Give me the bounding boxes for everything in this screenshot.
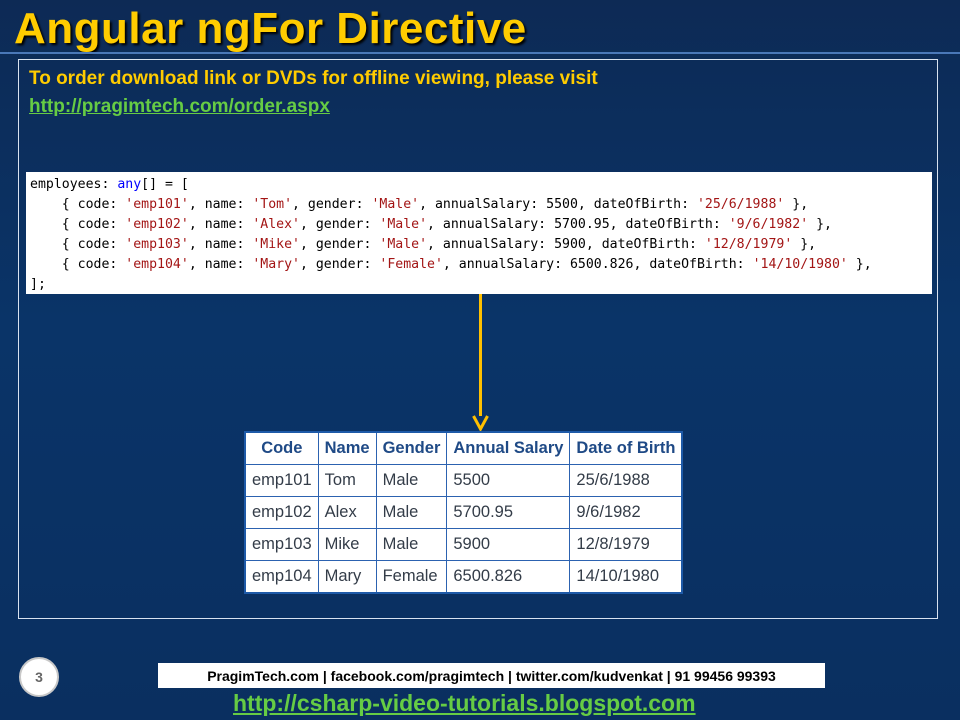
code-token: { code: (30, 257, 126, 272)
code-line: { code: 'emp103', name: 'Mike', gender: … (30, 235, 932, 255)
code-token: 'Tom' (252, 197, 293, 212)
header-date-of-birth: Date of Birth (569, 431, 683, 465)
code-token: , gender: (299, 257, 380, 272)
code-line: { code: 'emp104', name: 'Mary', gender: … (30, 255, 932, 275)
code-line: ]; (30, 275, 932, 294)
arrow-shaft (479, 294, 482, 416)
code-token: any (117, 177, 142, 192)
code-token: 'Male' (379, 217, 428, 232)
code-token: { code: (30, 197, 126, 212)
cell-date-of-birth: 9/6/1982 (569, 496, 683, 529)
cell-date-of-birth: 14/10/1980 (569, 560, 683, 594)
cell-annual-salary: 5700.95 (446, 496, 571, 529)
code-line: { code: 'emp101', name: 'Tom', gender: '… (30, 195, 932, 215)
code-line: { code: 'emp102', name: 'Alex', gender: … (30, 215, 932, 235)
code-token: '9/6/1982' (728, 217, 809, 232)
code-token: , annualSalary: 5900, dateOfBirth: (427, 237, 705, 252)
arrow-down-icon (472, 415, 489, 431)
employee-table: Code Name Gender Annual Salary Date of B… (244, 431, 684, 594)
table-row: emp104 Mary Female 6500.826 14/10/1980 (244, 560, 683, 594)
cell-annual-salary: 5900 (446, 528, 571, 561)
cell-gender: Female (375, 560, 448, 594)
cell-code: emp104 (244, 560, 319, 594)
code-token: 'emp103' (125, 237, 189, 252)
code-token: 'Male' (379, 237, 428, 252)
code-token: [] = [ (141, 177, 189, 192)
code-snippet: employees: any[] = [ { code: 'emp101', n… (26, 172, 932, 294)
cell-name: Mary (317, 560, 377, 594)
code-token: 'Male' (371, 197, 420, 212)
contact-bar: PragimTech.com | facebook.com/pragimtech… (158, 663, 825, 688)
cell-gender: Male (375, 496, 448, 529)
code-token: }, (847, 257, 872, 272)
cell-gender: Male (375, 528, 448, 561)
cell-name: Tom (317, 464, 377, 497)
code-token: { code: (30, 237, 126, 252)
header-gender: Gender (375, 431, 448, 465)
code-token: '12/8/1979' (704, 237, 793, 252)
table-row: emp101 Tom Male 5500 25/6/1988 (244, 464, 683, 497)
code-token: '25/6/1988' (696, 197, 785, 212)
cell-code: emp103 (244, 528, 319, 561)
code-token: 'Alex' (252, 217, 300, 232)
code-token: , annualSalary: 5500, dateOfBirth: (419, 197, 697, 212)
cell-date-of-birth: 25/6/1988 (569, 464, 683, 497)
cell-code: emp101 (244, 464, 319, 497)
code-token: 'emp102' (125, 217, 189, 232)
table-header-row: Code Name Gender Annual Salary Date of B… (244, 431, 683, 465)
code-token: , gender: (292, 197, 372, 212)
cell-annual-salary: 6500.826 (446, 560, 571, 594)
code-token: ]; (30, 277, 46, 292)
order-info-text: To order download link or DVDs for offli… (29, 68, 598, 89)
code-token: }, (792, 237, 817, 252)
cell-annual-salary: 5500 (446, 464, 571, 497)
code-token: { code: (30, 217, 126, 232)
cell-gender: Male (375, 464, 448, 497)
code-token: 'emp104' (125, 257, 189, 272)
code-token: 'Mike' (252, 237, 300, 252)
title-divider (0, 52, 960, 54)
header-code: Code (244, 431, 319, 465)
table-row: emp103 Mike Male 5900 12/8/1979 (244, 528, 683, 561)
page-number-badge: 3 (19, 657, 59, 697)
cell-date-of-birth: 12/8/1979 (569, 528, 683, 561)
cell-name: Mike (317, 528, 377, 561)
code-token: , name: (188, 197, 253, 212)
order-link[interactable]: http://pragimtech.com/order.aspx (29, 96, 330, 118)
code-token: 'emp101' (125, 197, 189, 212)
code-token: 'Female' (379, 257, 443, 272)
code-token: '14/10/1980' (752, 257, 848, 272)
header-name: Name (317, 431, 377, 465)
header-annual-salary: Annual Salary (446, 431, 571, 465)
code-token: 'Mary' (252, 257, 300, 272)
code-token: , name: (188, 217, 253, 232)
code-token: employees: (30, 177, 118, 192)
cell-name: Alex (317, 496, 377, 529)
code-token: , name: (188, 237, 253, 252)
code-token: , annualSalary: 6500.826, dateOfBirth: (442, 257, 753, 272)
code-line: employees: any[] = [ (30, 175, 932, 195)
table-row: emp102 Alex Male 5700.95 9/6/1982 (244, 496, 683, 529)
code-token: , name: (188, 257, 253, 272)
blog-link[interactable]: http://csharp-video-tutorials.blogspot.c… (233, 690, 696, 717)
code-token: }, (784, 197, 809, 212)
code-token: }, (808, 217, 832, 232)
code-token: , gender: (299, 217, 380, 232)
code-token: , annualSalary: 5700.95, dateOfBirth: (427, 217, 729, 232)
code-token: , gender: (299, 237, 380, 252)
slide-title: Angular ngFor Directive (14, 4, 527, 53)
cell-code: emp102 (244, 496, 319, 529)
